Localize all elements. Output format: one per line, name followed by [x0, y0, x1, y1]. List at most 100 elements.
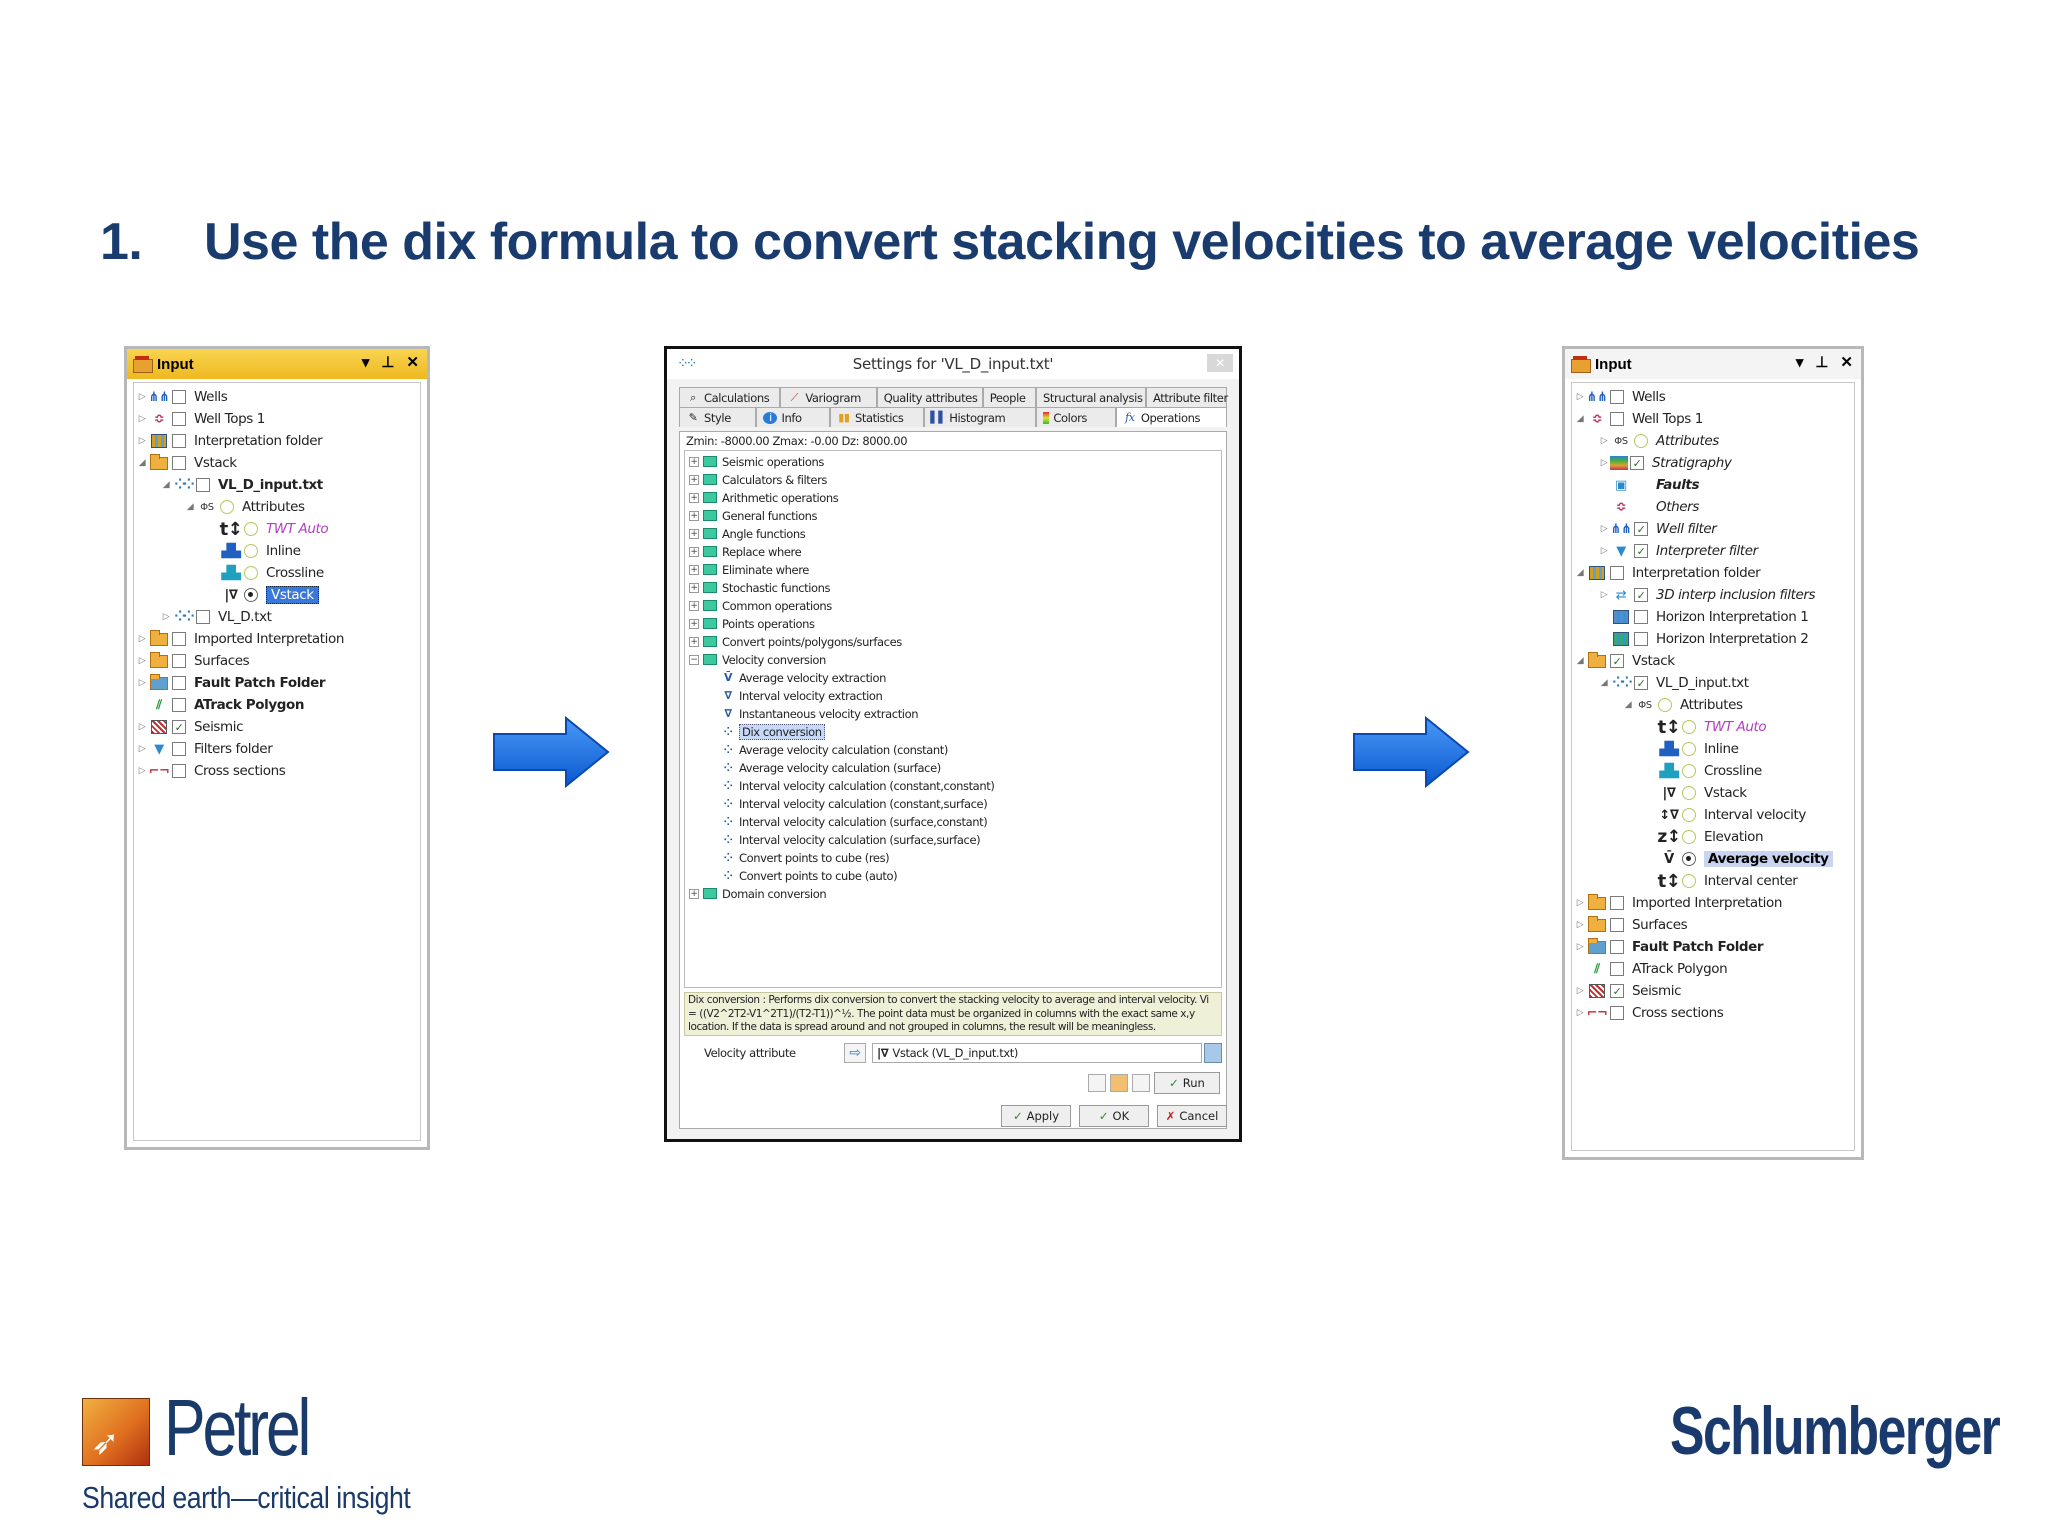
checkbox[interactable] [172, 456, 186, 470]
run-button[interactable]: ✓ Run [1154, 1072, 1220, 1094]
checkbox[interactable] [1610, 896, 1624, 910]
checkbox[interactable] [1634, 610, 1648, 624]
tree-item-horizon-1[interactable]: Horizon Interpretation 1 [1610, 607, 1809, 627]
checkbox[interactable] [1610, 566, 1624, 580]
checkbox[interactable] [1610, 1006, 1624, 1020]
op-folder[interactable]: + Replace where [689, 543, 802, 560]
tab-operations[interactable]: fx Operations [1115, 407, 1227, 427]
checkbox-checked[interactable]: ✓ [1634, 676, 1648, 690]
checkbox[interactable] [172, 632, 186, 646]
tab-info[interactable]: i Info [756, 407, 830, 427]
radio-selected[interactable] [244, 588, 258, 602]
tree-item-wells[interactable]: ▷ ⋔⋔ Wells [1574, 387, 1666, 407]
tree-item-fault-patch-folder[interactable]: ▷ Fault Patch Folder [136, 673, 326, 693]
checkbox-checked[interactable]: ✓ [1630, 456, 1644, 470]
ok-button[interactable]: ✓ OK [1079, 1105, 1149, 1127]
radio-selected[interactable] [1682, 852, 1696, 866]
tree-item-vstack-attr[interactable]: |∇ Vstack [1658, 783, 1747, 803]
tree-item-vl-d-input[interactable]: ◢ ⁘⁘ VL_D_input.txt [160, 475, 324, 495]
checkbox[interactable] [196, 610, 210, 624]
op-folder[interactable]: + General functions [689, 507, 818, 524]
op-item[interactable]: ⁘ Average velocity calculation (surface) [721, 759, 942, 776]
close-icon[interactable]: ✕ [406, 353, 419, 371]
tree-item-inline[interactable]: ▟▙ Inline [1658, 739, 1739, 759]
checkbox-checked[interactable]: ✓ [1610, 984, 1624, 998]
tree-item-attributes[interactable]: ◢ ΦS Attributes [1622, 695, 1743, 715]
tree-item-interval-velocity[interactable]: ↕∇ Interval velocity [1658, 805, 1806, 825]
op-item[interactable]: ∇ Instantaneous velocity extraction [721, 705, 918, 722]
checkbox-checked[interactable]: ✓ [172, 720, 186, 734]
tab-structural-analysis[interactable]: Structural analysis [1036, 387, 1146, 407]
help-button[interactable] [1204, 1043, 1222, 1063]
tree-item-interpretation-folder[interactable]: ▷ Interpretation folder [136, 431, 323, 451]
checkbox[interactable] [172, 412, 186, 426]
op-folder[interactable]: + Angle functions [689, 525, 806, 542]
op-folder[interactable]: + Convert points/polygons/surfaces [689, 633, 902, 650]
op-folder[interactable]: + Common operations [689, 597, 832, 614]
radio[interactable] [244, 544, 258, 558]
tree-item-twt-auto[interactable]: t↕ TWT Auto [220, 519, 329, 540]
op-item[interactable]: ∇ Interval velocity extraction [721, 687, 882, 704]
dialog-close-button[interactable]: ✕ [1207, 354, 1233, 372]
tree-item-average-velocity[interactable]: V̄ Average velocity [1658, 849, 1833, 869]
radio[interactable] [1682, 786, 1696, 800]
radio[interactable] [220, 500, 234, 514]
tree-item-surfaces[interactable]: ▷ Surfaces [1574, 915, 1688, 935]
tree-item-vstack-attr[interactable]: |∇ Vstack [220, 585, 319, 605]
radio[interactable] [1658, 698, 1672, 712]
op-item[interactable]: V̄ Average velocity extraction [721, 669, 886, 686]
tree-item-seismic[interactable]: ▷ ✓ Seismic [136, 717, 244, 737]
tree-item-interval-center[interactable]: t↕ Interval center [1658, 871, 1798, 892]
tree-item-cross-sections[interactable]: ▷ ⌐¬ Cross sections [1574, 1003, 1724, 1023]
undo-icon[interactable] [1132, 1074, 1150, 1092]
tree-item-well-tops[interactable]: ◢ ≎ Well Tops 1 [1574, 409, 1704, 429]
tree-item-imported-interpretation[interactable]: ▷ Imported Interpretation [136, 629, 344, 649]
radio[interactable] [244, 566, 258, 580]
op-folder[interactable]: + Domain conversion [689, 885, 827, 902]
tab-style[interactable]: ✎ Style [679, 407, 757, 427]
checkbox[interactable] [172, 742, 186, 756]
tab-statistics[interactable]: ▮▮ Statistics [829, 407, 925, 427]
close-icon[interactable]: ✕ [1840, 353, 1853, 371]
tree-item-horizon-2[interactable]: Horizon Interpretation 2 [1610, 629, 1809, 649]
checkbox[interactable] [1634, 632, 1648, 646]
tree-item-faults[interactable]: ▣ Faults [1610, 475, 1699, 495]
checkbox[interactable] [172, 390, 186, 404]
radio[interactable] [1682, 830, 1696, 844]
tree-item-crossline[interactable]: ▟▙ Crossline [220, 563, 324, 583]
tree-item-3d-interp-filters[interactable]: ▷ ⇄ ✓ 3D interp inclusion filters [1598, 585, 1816, 605]
checkbox-checked[interactable]: ✓ [1634, 522, 1648, 536]
tab-colors[interactable]: Colors [1036, 407, 1116, 427]
tree-item-attributes[interactable]: ◢ ΦS Attributes [184, 497, 305, 517]
tree-item-crossline[interactable]: ▟▙ Crossline [1658, 761, 1762, 781]
radio[interactable] [1634, 434, 1648, 448]
tree-item-attributes[interactable]: ▷ ΦS Attributes [1598, 431, 1720, 451]
radio[interactable] [1682, 764, 1696, 778]
op-item[interactable]: ⁘ Interval velocity calculation (constant… [721, 777, 995, 794]
op-folder[interactable]: + Points operations [689, 615, 815, 632]
pin-icon[interactable]: ⊥ [1815, 353, 1828, 371]
tree-item-twt-auto[interactable]: t↕ TWT Auto [1658, 717, 1767, 738]
checkbox[interactable] [1610, 918, 1624, 932]
tree-item-stratigraphy[interactable]: ▷ ✓ Stratigraphy [1598, 453, 1732, 473]
checkbox[interactable] [196, 478, 210, 492]
radio[interactable] [1682, 874, 1696, 888]
tree-item-vstack-folder[interactable]: ◢ Vstack [136, 453, 237, 473]
tab-quality-attributes[interactable]: Quality attributes [876, 387, 983, 407]
tree-item-well-filter[interactable]: ▷ ⋔⋔ ✓ Well filter [1598, 519, 1717, 539]
tree-item-atrack-polygon[interactable]: ⫽ ATrack Polygon [136, 695, 304, 715]
checkbox[interactable] [172, 676, 186, 690]
checkbox[interactable] [1610, 412, 1624, 426]
checkbox[interactable] [172, 698, 186, 712]
checkbox[interactable] [172, 764, 186, 778]
tree-item-inline[interactable]: ▟▙ Inline [220, 541, 301, 561]
tree-item-filters-folder[interactable]: ▷ ▼ Filters folder [136, 739, 273, 759]
velocity-attribute-field[interactable]: |∇ Vstack (VL_D_input.txt) [872, 1043, 1202, 1063]
checkbox-checked[interactable]: ✓ [1610, 654, 1624, 668]
tree-item-vstack-folder[interactable]: ◢ ✓ Vstack [1574, 651, 1675, 671]
tree-item-atrack-polygon[interactable]: ⫽ ATrack Polygon [1574, 959, 1727, 979]
checkbox[interactable] [172, 654, 186, 668]
cancel-button[interactable]: ✗ Cancel [1157, 1105, 1227, 1127]
op-folder[interactable]: + Seismic operations [689, 453, 824, 470]
pin-icon[interactable]: ⊥ [381, 353, 394, 371]
